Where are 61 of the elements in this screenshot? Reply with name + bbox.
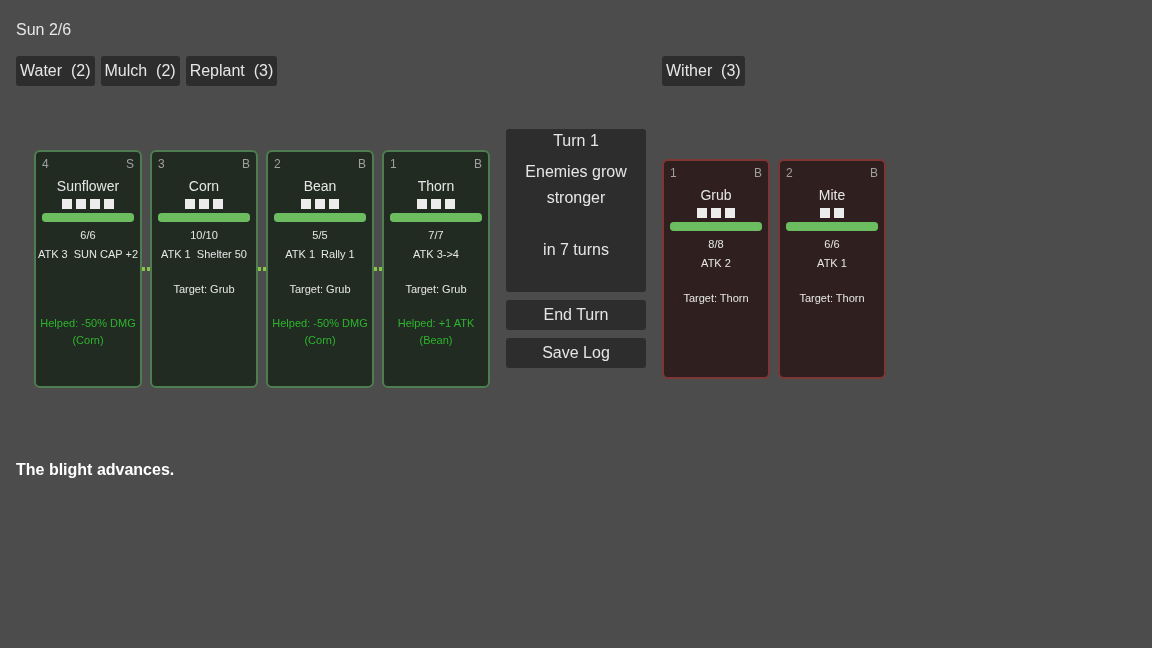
slot-number: 1 [390,157,397,171]
target-text: Target: Grub [173,282,235,296]
hp-text: 6/6 [824,237,840,251]
action-button[interactable]: Mulch (2) [100,56,180,86]
tier-label: B [870,166,878,180]
plant-card[interactable]: 4 S Sunflower 6/6 ATK 3 SUN CAP +2 Helped: -50% DMG (Corn) [34,150,142,388]
hp-text: 10/10 [190,228,218,242]
warning-text: Enemies grow stronger [524,162,628,208]
tier-label: S [126,157,134,171]
enemy-name: Mite [818,187,846,203]
status-message: The blight advances. [16,461,175,478]
turn-button[interactable]: End Turn [506,300,646,330]
sun-counter: Sun 2/6 [16,20,72,40]
slot-number: 2 [786,166,793,180]
dotted-connector [258,267,266,271]
plant-name: Thorn [417,178,455,194]
hp-text: 7/7 [428,228,444,242]
plant-card[interactable]: 3 B Corn 10/10 ATK 1 Shelter 50 Target: Grub [150,150,258,388]
tier-label: B [754,166,762,180]
action-button[interactable]: Wither (3) [662,56,745,86]
dotted-connector [374,267,382,271]
target-text: Target: Thorn [799,291,865,305]
turn-label: Turn 1 [553,131,599,151]
helped-text: Helped: -50% DMG [272,316,368,331]
tier-label: B [358,157,366,171]
target-text: Target: Thorn [683,291,749,305]
helped-text: Helped: +1 ATK [397,316,475,331]
enemy-card[interactable]: 2 B Mite 6/6 ATK 1 Target: Thorn [778,159,886,379]
plant-name: Corn [188,178,220,194]
slot-number: 1 [670,166,677,180]
hp-text: 6/6 [80,228,96,242]
hp-text: 5/5 [312,228,328,242]
stats-text: ATK 2 [701,256,731,270]
slot-number: 3 [158,157,165,171]
target-text: Target: Grub [405,282,467,296]
helped-text: Helped: -50% DMG [40,316,136,331]
plant-card[interactable]: 1 B Thorn 7/7 ATK 3->4 Target: Grub Helped: +1 ATK (Bean) [382,150,490,388]
countdown-text: in 7 turns [543,240,609,260]
stats-text: ATK 3 SUN CAP +2 [37,247,139,261]
helped-text: (Corn) [304,333,336,348]
stats-text: ATK 1 Shelter 50 [161,247,247,261]
slot-number: 2 [274,157,281,171]
turn-button[interactable]: Save Log [506,338,646,368]
plant-card[interactable]: 2 B Bean 5/5 ATK 1 Rally 1 Target: Grub Helped: -50% DMG (Corn) [266,150,374,388]
plant-name: Sunflower [56,178,120,194]
enemy-name: Grub [700,187,732,203]
stats-text: ATK 1 [817,256,847,270]
helped-text: (Corn) [72,333,104,348]
plant-name: Bean [303,178,337,194]
enemy-card[interactable]: 1 B Grub 8/8 ATK 2 Target: Thorn [662,159,770,379]
target-text: Target: Grub [289,282,351,296]
stats-text: ATK 1 Rally 1 [285,247,355,261]
action-button[interactable]: Replant (3) [185,56,278,86]
slot-number: 4 [42,157,49,171]
tier-label: B [474,157,482,171]
action-button[interactable]: Water (2) [16,56,95,86]
helped-text: (Bean) [419,333,453,348]
dotted-connector [142,267,150,271]
stats-text: ATK 3->4 [413,247,459,261]
hp-text: 8/8 [708,237,724,251]
tier-label: B [242,157,250,171]
